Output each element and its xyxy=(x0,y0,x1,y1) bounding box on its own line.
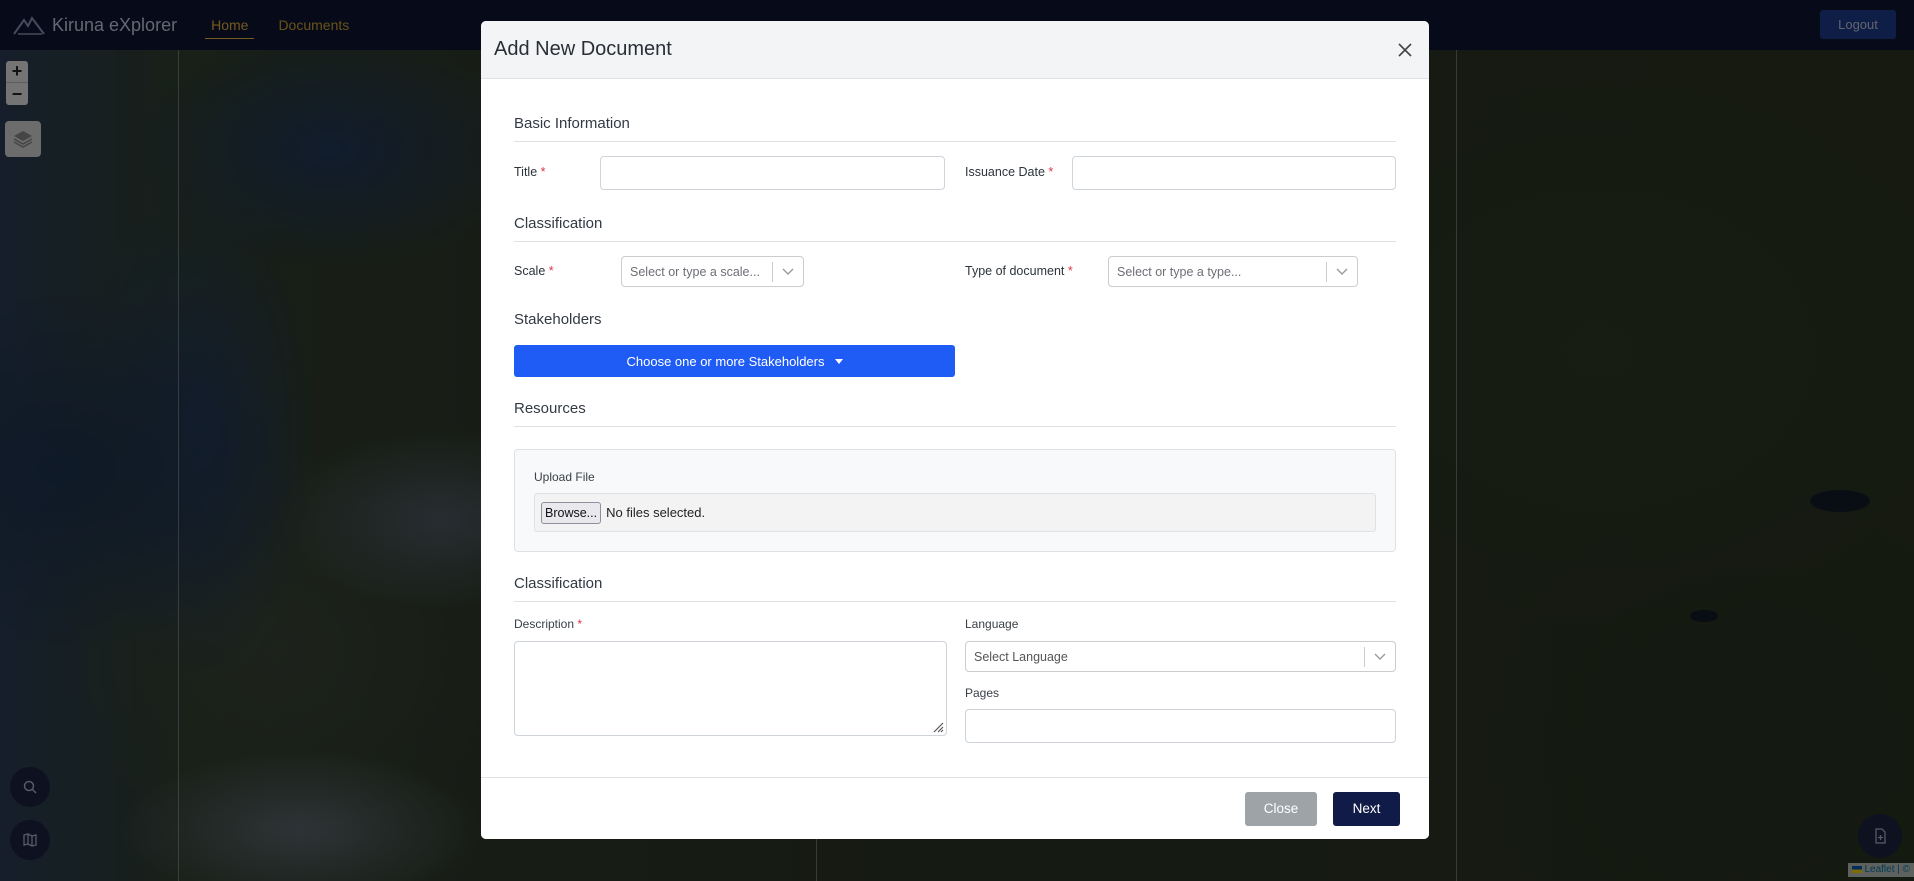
pages-label: Pages xyxy=(965,686,1000,700)
title-label: Title * xyxy=(514,165,546,179)
section-divider xyxy=(514,601,1396,602)
close-button[interactable]: Close xyxy=(1245,791,1317,826)
modal-body: Basic Information Title * Issuance Date … xyxy=(481,79,1429,779)
section-classification: Classification xyxy=(514,215,603,232)
stakeholders-button-label: Choose one or more Stakeholders xyxy=(626,353,825,369)
type-placeholder: Select or type a type... xyxy=(1117,264,1242,279)
scale-label: Scale * xyxy=(514,264,554,278)
description-label: Description * xyxy=(514,617,583,631)
browse-button[interactable]: Browse... xyxy=(541,501,602,524)
scale-placeholder: Select or type a scale... xyxy=(630,264,760,279)
chevron-down-icon[interactable] xyxy=(1365,653,1395,661)
language-select[interactable]: Select Language xyxy=(965,641,1396,672)
resize-grip-icon[interactable] xyxy=(930,719,944,733)
stakeholders-dropdown-button[interactable]: Choose one or more Stakeholders xyxy=(514,345,955,377)
chevron-down-icon[interactable] xyxy=(1327,268,1357,276)
language-placeholder: Select Language xyxy=(974,649,1068,664)
title-input[interactable] xyxy=(600,156,945,190)
chevron-down-icon[interactable] xyxy=(773,268,803,276)
section-divider xyxy=(514,141,1396,142)
next-button[interactable]: Next xyxy=(1333,791,1400,826)
issuance-date-input[interactable] xyxy=(1072,156,1396,190)
type-of-document-select[interactable]: Select or type a type... xyxy=(1108,256,1358,287)
issuance-date-label: Issuance Date * xyxy=(965,165,1054,179)
file-status: No files selected. xyxy=(606,505,706,520)
section-basic-information: Basic Information xyxy=(514,115,630,132)
scale-select[interactable]: Select or type a scale... xyxy=(621,256,804,287)
language-label: Language xyxy=(965,617,1019,631)
section-divider xyxy=(514,426,1396,427)
upload-panel: Upload File Browse... No files selected. xyxy=(514,449,1396,552)
description-textarea[interactable] xyxy=(514,641,947,736)
section-divider xyxy=(514,241,1396,242)
caret-down-icon xyxy=(834,358,843,364)
modal-header: Add New Document xyxy=(481,21,1429,79)
type-of-document-label: Type of document * xyxy=(965,264,1073,278)
section-stakeholders: Stakeholders xyxy=(514,311,602,328)
file-input[interactable]: Browse... No files selected. xyxy=(534,493,1376,532)
pages-input[interactable] xyxy=(965,709,1396,743)
add-document-modal: Add New Document Basic Information Title… xyxy=(481,21,1429,839)
modal-footer: Close Next xyxy=(481,777,1429,839)
close-icon[interactable] xyxy=(1393,38,1417,62)
section-classification-secondary: Classification xyxy=(514,575,603,592)
upload-file-label: Upload File xyxy=(534,470,595,484)
section-resources: Resources xyxy=(514,400,586,417)
modal-title: Add New Document xyxy=(494,38,672,60)
